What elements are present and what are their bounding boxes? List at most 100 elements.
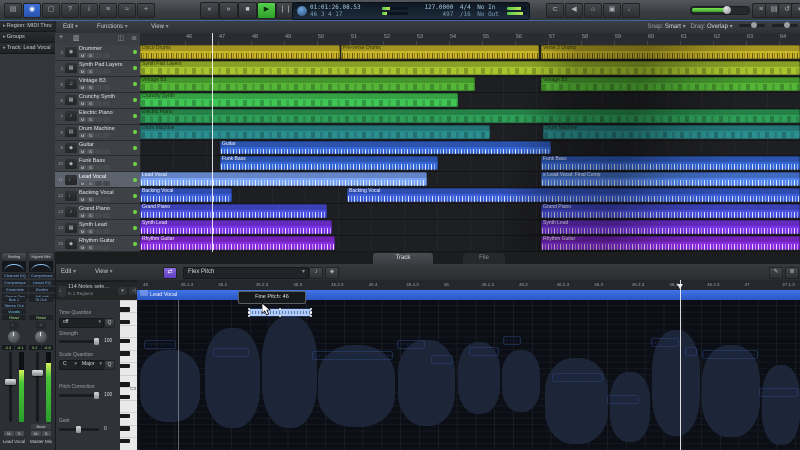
track-header-synth-pad-layers[interactable]: 4▦Synth Pad LayersMS	[55, 61, 140, 77]
track-lane-vintage-b3[interactable]: Vintage B3Vintage B3	[140, 77, 800, 93]
tab-file[interactable]: File	[463, 253, 505, 264]
black-key[interactable]	[120, 426, 130, 431]
region-drum-machine[interactable]: Drum Machine	[140, 125, 490, 139]
black-key[interactable]	[120, 395, 130, 400]
volume-fader[interactable]	[29, 352, 53, 422]
editor-menu-view[interactable]: View ▾	[95, 268, 113, 275]
flex-pitch-note[interactable]	[686, 348, 696, 355]
automation-mode-slot[interactable]: Read	[2, 315, 26, 320]
track-mini-button[interactable]	[95, 149, 102, 154]
solo-button[interactable]: S	[87, 165, 94, 170]
output-format-icon[interactable]: ⌂	[36, 322, 46, 329]
mute-button[interactable]: M	[79, 213, 86, 218]
region-lead-vocal-final-comp[interactable]: ≡ Lead Vocal: Final Comp	[541, 172, 800, 186]
bounce-button[interactable]: Bnce	[31, 424, 51, 429]
inspector-groups-header[interactable]: ▸Groups	[0, 32, 55, 43]
editor-menu-icon[interactable]: ≣	[785, 267, 799, 279]
time-quantize-dropdown[interactable]: off▾	[59, 318, 104, 328]
note-hotspot[interactable]	[310, 311, 313, 314]
snap-value[interactable]: Smart	[665, 24, 681, 30]
tracks-area[interactable]: Disco DrumsPre-verse DrumsVerse 2 DrumsS…	[140, 45, 800, 252]
region-synth-lead[interactable]: Synth Lead	[140, 220, 332, 234]
flex-pitch-note[interactable]	[313, 352, 392, 359]
track-header-funk-bass[interactable]: 10◆Funk BassMS	[55, 156, 140, 172]
track-mini-button[interactable]	[103, 165, 110, 170]
lcd-mode-icon[interactable]	[297, 6, 307, 16]
flex-pitch-note[interactable]	[703, 351, 757, 358]
track-lane-synth-pad-layers[interactable]: Synth Pad Layers	[140, 61, 800, 77]
midi-out-icon[interactable]: ♪	[309, 267, 323, 279]
solo-button[interactable]: S	[87, 69, 94, 74]
flex-mode-dropdown[interactable]: Flex Pitch▾	[183, 267, 309, 279]
solo-button[interactable]: S	[87, 53, 94, 58]
mute-button[interactable]: M	[79, 165, 86, 170]
track-lane-rhythm-guitar[interactable]: Rhythm GuitarRhythm Guitar	[140, 236, 800, 252]
black-key[interactable]	[120, 414, 130, 419]
flex-pitch-note[interactable]	[608, 396, 638, 403]
group-slot[interactable]: Vocals	[2, 309, 26, 314]
track-mini-button[interactable]	[95, 85, 102, 90]
output-slot[interactable]: St Out	[29, 297, 53, 302]
add-track-button[interactable]: +	[59, 34, 63, 41]
flex-pitch-editor[interactable]	[137, 300, 800, 450]
scale-quantize-q-button[interactable]: Q	[104, 360, 115, 370]
flex-pitch-note[interactable]	[553, 374, 602, 381]
track-mini-button[interactable]	[95, 101, 102, 106]
eq-thumbnail[interactable]	[2, 261, 26, 272]
playhead[interactable]	[212, 33, 213, 252]
master-volume-slider[interactable]	[690, 6, 750, 15]
track-lane-backing-vocal[interactable]: Backing Vocal Backing Vocal	[140, 188, 800, 204]
automation-mode-slot[interactable]: Read	[29, 315, 53, 320]
volume-knob[interactable]	[723, 6, 731, 14]
plugin-slot-compressor[interactable]: Compressor	[29, 273, 55, 278]
output-slot[interactable]: Stereo Out	[2, 303, 26, 308]
mute-button[interactable]: M	[79, 149, 86, 154]
track-mini-button[interactable]	[95, 133, 102, 138]
black-key[interactable]	[120, 320, 130, 325]
mute-button[interactable]: M	[79, 245, 86, 250]
mute-button[interactable]: M	[79, 229, 86, 234]
region-funk-bass[interactable]: Funk Bass	[220, 156, 438, 170]
play-button[interactable]: ▶	[257, 2, 276, 19]
menu-functions[interactable]: Functions ▾	[97, 23, 128, 30]
track-header-drummer[interactable]: 3◉DrummerMS	[55, 45, 140, 61]
black-key[interactable]	[120, 439, 130, 444]
solo-mode-icon[interactable]: ▣	[603, 3, 621, 18]
region-backing-vocal[interactable]: Backing Vocal	[140, 188, 232, 202]
track-mini-button[interactable]	[103, 149, 110, 154]
mute-button[interactable]: M	[4, 431, 14, 436]
gain-slider[interactable]	[59, 428, 99, 431]
flex-pitch-note[interactable]	[249, 309, 311, 316]
mute-button[interactable]: M	[79, 53, 86, 58]
pan-knob[interactable]	[8, 331, 20, 343]
note-hotspot[interactable]	[248, 308, 251, 311]
note-hotspot[interactable]	[248, 315, 251, 318]
flex-pitch-note[interactable]	[432, 356, 452, 363]
mute-button[interactable]: M	[79, 101, 86, 106]
track-mini-button[interactable]	[95, 117, 102, 122]
forward-button[interactable]: »	[219, 2, 238, 19]
mute-button[interactable]: M	[79, 197, 86, 202]
region-backing-vocal[interactable]: Backing Vocal	[347, 188, 800, 202]
mute-button[interactable]: M	[79, 69, 86, 74]
home-icon[interactable]: ⌂	[584, 3, 602, 18]
drag-value[interactable]: Overlap	[707, 24, 728, 30]
region-grand-piano[interactable]: Grand Piano	[140, 204, 327, 218]
track-header-electric-piano[interactable]: 7♪Electric PianoMS	[55, 109, 140, 125]
region-grand-piano[interactable]: Grand Piano	[541, 204, 800, 218]
quick-help-icon[interactable]: ?	[61, 3, 79, 18]
inspector-track-header[interactable]: ▸Track: Lead Vocal	[0, 43, 55, 54]
region-rhythm-guitar[interactable]: Rhythm Guitar	[541, 236, 800, 250]
editor-playhead[interactable]	[680, 280, 681, 450]
flex-pitch-note[interactable]	[652, 339, 678, 346]
track-header-crunchy-synth[interactable]: 6▦Crunchy SynthMS	[55, 93, 140, 109]
catch-playhead-icon[interactable]: ◈	[325, 267, 339, 279]
region-synth-lead[interactable]: Synth Lead	[541, 220, 800, 234]
track-mini-button[interactable]	[95, 213, 102, 218]
black-key[interactable]	[120, 382, 130, 387]
mixer-icon[interactable]: ≡	[99, 3, 117, 18]
track-mini-button[interactable]	[103, 245, 110, 250]
track-zoom-icon[interactable]: ≣	[131, 34, 137, 42]
solo-button[interactable]: S	[87, 117, 94, 122]
track-lane-electric-piano[interactable]: Electric Piano	[140, 109, 800, 125]
